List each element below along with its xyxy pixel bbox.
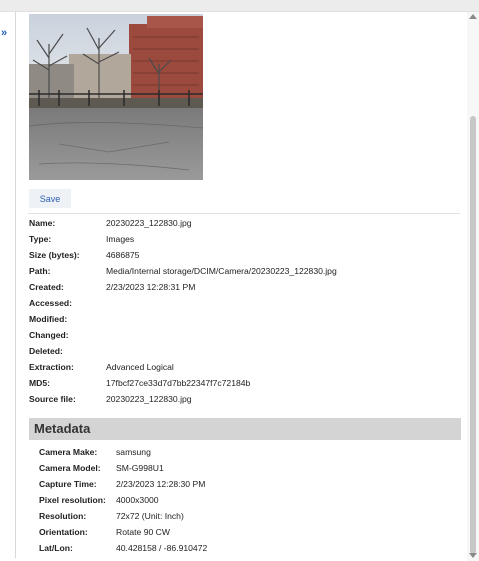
top-bar [0, 0, 479, 12]
image-preview [29, 14, 203, 180]
property-label: MD5: [29, 378, 51, 388]
metadata-label: Capture Time: [39, 479, 97, 489]
save-button[interactable]: Save [29, 189, 71, 208]
property-label: Created: [29, 282, 64, 292]
metadata-label: Camera Make: [39, 447, 98, 457]
metadata-title: Metadata [34, 421, 91, 436]
metadata-label: Resolution: [39, 511, 87, 521]
left-strip: » [0, 12, 14, 561]
property-value: 20230223_122830.jpg [106, 394, 192, 404]
metadata-label: Orientation: [39, 527, 88, 537]
property-value: 20230223_122830.jpg [106, 218, 192, 228]
metadata-value: 2/23/2023 12:28:30 PM [116, 479, 206, 489]
vertical-scrollbar[interactable] [467, 12, 479, 561]
property-value: Images [106, 234, 135, 244]
metadata-label: Camera Model: [39, 463, 101, 473]
metadata-value: Rotate 90 CW [116, 527, 170, 537]
property-label: Accessed: [29, 298, 72, 308]
property-label: Extraction: [29, 362, 74, 372]
divider [28, 213, 460, 214]
property-label: Type: [29, 234, 52, 244]
property-label: Path: [29, 266, 51, 276]
metadata-value: SM-G998U1 [116, 463, 164, 473]
metadata-value: samsung [116, 447, 151, 457]
metadata-value: 4000x3000 [116, 495, 159, 505]
property-label: Size (bytes): [29, 250, 80, 260]
scroll-up-icon[interactable] [469, 14, 477, 19]
metadata-label: Pixel resolution: [39, 495, 106, 505]
scrollbar-thumb[interactable] [470, 116, 476, 554]
property-label: Source file: [29, 394, 76, 404]
property-label: Changed: [29, 330, 69, 340]
property-value: 17fbcf27ce33d7d7bb22347f7c72184b [106, 378, 251, 388]
photo-thumbnail [29, 14, 203, 180]
property-label: Modified: [29, 314, 68, 324]
property-label: Deleted: [29, 346, 63, 356]
property-value: Media/Internal storage/DCIM/Camera/20230… [106, 266, 337, 276]
property-value: 2/23/2023 12:28:31 PM [106, 282, 196, 292]
property-value: Advanced Logical [106, 362, 174, 372]
details-panel: Save Name: 20230223_122830.jpg Type: Image… [15, 12, 468, 558]
property-label: Name: [29, 218, 56, 228]
property-value: 4686875 [106, 250, 140, 260]
scroll-down-icon[interactable] [469, 553, 477, 558]
metadata-label: Lat/Lon: [39, 543, 73, 553]
metadata-section-header: Metadata [29, 418, 461, 440]
metadata-value: 40.428158 / -86.910472 [116, 543, 208, 553]
metadata-value: 72x72 (Unit: Inch) [116, 511, 184, 521]
double-chevron-icon[interactable]: » [1, 28, 12, 39]
